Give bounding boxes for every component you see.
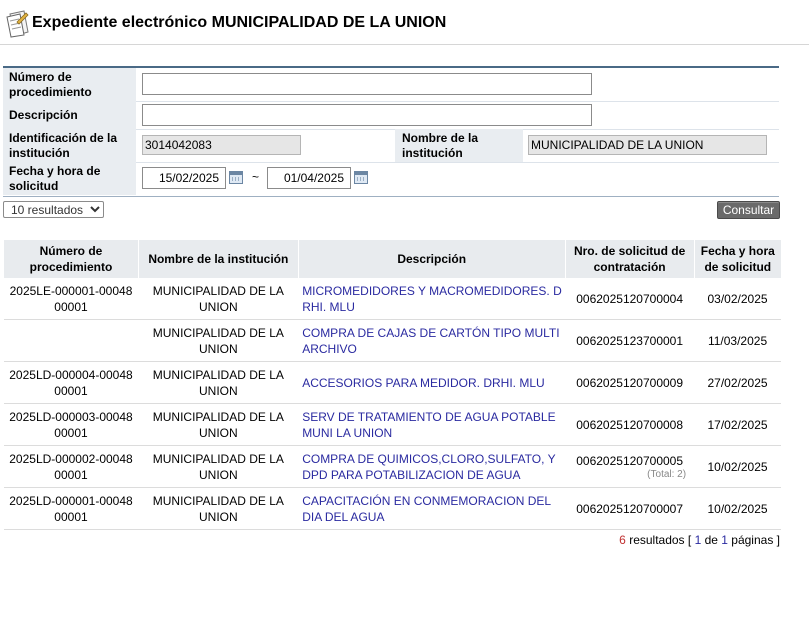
institution-name-label: Nombre de la institución	[395, 129, 523, 162]
institution-id-label: Identificación de la institución	[3, 129, 136, 162]
description-link[interactable]: MICROMEDIDORES Y MACROMEDIDORES. DRHI. M…	[302, 283, 562, 315]
document-icon	[6, 10, 29, 38]
table-row: 2025LD-000002-0004800001 MUNICIPALIDAD DE…	[3, 445, 781, 488]
col-description: Descripción	[297, 240, 566, 278]
results-table: Número de procedimiento Nombre de la ins…	[3, 240, 781, 530]
row-procedure: Número de procedimiento	[3, 68, 779, 102]
cell-request-date: 17/02/2025	[694, 403, 781, 446]
cell-description: SERV DE TRATAMIENTO DE AGUA POTABLE MUNI…	[298, 403, 566, 446]
cell-description: CAPACITACIÓN EN CONMEMORACION DEL DIA DE…	[298, 487, 566, 530]
cell-institution-name: MUNICIPALIDAD DE LA UNION	[138, 278, 299, 320]
cell-institution-name: MUNICIPALIDAD DE LA UNION	[138, 487, 299, 530]
cell-institution-name: MUNICIPALIDAD DE LA UNION	[138, 319, 299, 362]
cell-request-number: 0062025120700004	[565, 278, 695, 320]
description-link[interactable]: SERV DE TRATAMIENTO DE AGUA POTABLE MUNI…	[302, 409, 562, 441]
cell-institution-name: MUNICIPALIDAD DE LA UNION	[138, 445, 299, 488]
page-title: Expediente electrónico MUNICIPALIDAD DE …	[32, 14, 447, 31]
col-request-number: Nro. de solicitud de contratación	[564, 240, 695, 278]
request-number: 0062025120700008	[576, 417, 684, 432]
request-number: 0062025120700007	[576, 501, 684, 516]
results-text: resultados [	[625, 533, 695, 547]
consult-button[interactable]: Consultar	[717, 201, 780, 219]
request-number: 0062025120700009	[576, 375, 684, 390]
title-bar: Expediente electrónico MUNICIPALIDAD DE …	[0, 0, 809, 45]
date-from-input[interactable]	[142, 167, 226, 189]
row-institution: Identificación de la institución Nombre …	[3, 129, 779, 163]
cell-request-date: 10/02/2025	[694, 445, 781, 488]
cell-request-number: 0062025120700009	[565, 361, 695, 404]
row-description: Descripción	[3, 101, 779, 130]
cell-procedure-number: 2025LD-000002-0004800001	[3, 445, 139, 488]
col-institution-name: Nombre de la institución	[137, 240, 299, 278]
table-row: 2025LD-000001-0004800001 MUNICIPALIDAD DE…	[3, 487, 781, 530]
request-number: 0062025120700005	[576, 453, 684, 468]
institution-name-field	[528, 135, 767, 155]
cell-institution-name: MUNICIPALIDAD DE LA UNION	[138, 361, 299, 404]
cell-request-date: 03/02/2025	[694, 278, 781, 320]
pages-text: páginas ]	[727, 533, 780, 547]
procedure-number-label: Número de procedimiento	[3, 68, 136, 101]
institution-id-field	[142, 135, 301, 155]
description-label: Descripción	[3, 101, 136, 129]
date-to-input[interactable]	[267, 167, 351, 189]
row-date: Fecha y hora de solicitud	[3, 162, 779, 195]
request-number: 0062025123700001	[576, 333, 684, 348]
request-total: (Total: 2)	[647, 468, 687, 480]
cell-request-date: 27/02/2025	[694, 361, 781, 404]
table-row: 2025LE-000001-0004800001 MUNICIPALIDAD DE…	[3, 278, 781, 320]
col-request-date: Fecha y hora de solicitud	[693, 240, 781, 278]
cell-description: ACCESORIOS PARA MEDIDOR. DRHI. MLU	[298, 361, 566, 404]
description-link[interactable]: CAPACITACIÓN EN CONMEMORACION DEL DIA DE…	[302, 493, 562, 525]
procedure-number-input[interactable]	[142, 73, 592, 95]
cell-procedure-number	[3, 319, 139, 362]
pagination-summary: 6 resultados [ 1 de 1 páginas ]	[619, 533, 780, 547]
cell-procedure-number: 2025LD-000001-0004800001	[3, 487, 139, 530]
cell-request-number: 0062025123700001	[565, 319, 695, 362]
calendar-to-icon[interactable]	[354, 171, 368, 184]
request-number: 0062025120700004	[576, 291, 684, 306]
cell-request-number: 0062025120700007	[565, 487, 695, 530]
cell-procedure-number: 2025LD-000003-0004800001	[3, 403, 139, 446]
result-count: 6	[619, 533, 626, 547]
description-link[interactable]: COMPRA DE QUIMICOS,CLORO,SULFATO, Y DPD …	[302, 451, 562, 483]
calendar-from-icon[interactable]	[229, 171, 243, 184]
cell-institution-name: MUNICIPALIDAD DE LA UNION	[138, 403, 299, 446]
table-header-row: Número de procedimiento Nombre de la ins…	[3, 240, 781, 278]
table-row: MUNICIPALIDAD DE LA UNION COMPRA DE CAJAS…	[3, 319, 781, 362]
cell-description: COMPRA DE CAJAS DE CARTÓN TIPO MULTIARCH…	[298, 319, 566, 362]
date-label: Fecha y hora de solicitud	[3, 162, 136, 195]
total-pages-link[interactable]: 1	[721, 533, 728, 547]
cell-procedure-number: 2025LD-000004-0004800001	[3, 361, 139, 404]
page-size-select[interactable]: 10 resultados	[3, 201, 104, 218]
description-link[interactable]: COMPRA DE CAJAS DE CARTÓN TIPO MULTIARCH…	[302, 325, 562, 357]
date-range-separator: ~	[252, 170, 260, 184]
cell-request-date: 11/03/2025	[694, 319, 781, 362]
search-form: Número de procedimiento Descripción Iden…	[3, 66, 779, 197]
description-input[interactable]	[142, 104, 592, 126]
cell-description: MICROMEDIDORES Y MACROMEDIDORES. DRHI. M…	[298, 278, 566, 320]
cell-description: COMPRA DE QUIMICOS,CLORO,SULFATO, Y DPD …	[298, 445, 566, 488]
cell-request-number: 0062025120700008	[565, 403, 695, 446]
cell-request-number: 0062025120700005 (Total: 2)	[565, 445, 695, 488]
cell-request-date: 10/02/2025	[694, 487, 781, 530]
cell-procedure-number: 2025LE-000001-0004800001	[3, 278, 139, 320]
description-link[interactable]: ACCESORIOS PARA MEDIDOR. DRHI. MLU	[302, 375, 562, 391]
col-procedure-number: Número de procedimiento	[3, 240, 139, 278]
table-row: 2025LD-000004-0004800001 MUNICIPALIDAD DE…	[3, 361, 781, 404]
of-text: de	[701, 533, 722, 547]
table-row: 2025LD-000003-0004800001 MUNICIPALIDAD DE…	[3, 403, 781, 446]
